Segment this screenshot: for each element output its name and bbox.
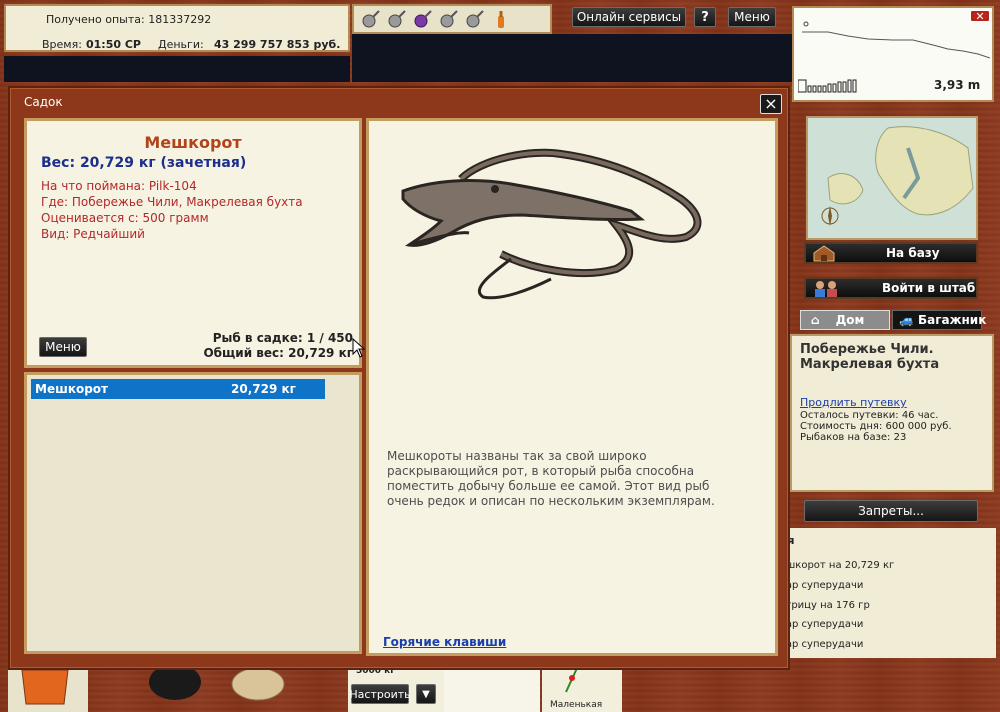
location-info: Побережье Чили. Макрелевая бухта Продлит… bbox=[790, 334, 994, 492]
tab-home[interactable]: ⌂ Дом bbox=[800, 310, 890, 330]
dialog-title: Садок bbox=[24, 95, 63, 109]
chevron-down-icon[interactable]: ▼ bbox=[416, 684, 436, 704]
fish-list: Мешкорот 20,729 кг bbox=[24, 372, 362, 654]
list-item-name: Мешкорот bbox=[35, 382, 109, 396]
home-icon: ⌂ bbox=[811, 313, 820, 327]
bait-icon[interactable] bbox=[386, 8, 408, 30]
chat-line: вар суперудачи bbox=[780, 619, 864, 630]
tab-trunk-label: Багажник bbox=[917, 313, 987, 327]
map-icon bbox=[808, 118, 976, 238]
exp-label: Получено опыта: bbox=[46, 13, 145, 26]
fish-menu-button[interactable]: Меню bbox=[39, 337, 87, 357]
fish-view-panel: Мешкороты названы так за свой широко рас… bbox=[366, 118, 778, 656]
depth-profile-icon bbox=[802, 21, 990, 59]
fish-description: Мешкороты названы так за свой широко рас… bbox=[387, 449, 715, 508]
chat-log: ая ешкорот на 20,729 кг вар суперудачи с… bbox=[780, 528, 996, 658]
chat-line: ешкорот на 20,729 кг bbox=[780, 560, 895, 571]
float-size-label: Маленькая bbox=[550, 700, 603, 710]
bait-bar bbox=[352, 4, 552, 34]
fish-kind: Вид: Редчайший bbox=[41, 227, 145, 241]
money-value: 43 299 757 853 руб. bbox=[214, 38, 341, 51]
catch-location: Где: Побережье Чили, Макрелевая бухта bbox=[41, 195, 303, 209]
location-line-2: Макрелевая бухта bbox=[800, 357, 940, 372]
to-base-label: На базу bbox=[886, 246, 940, 260]
top-black-strip bbox=[352, 34, 792, 82]
left-black-strip bbox=[4, 56, 350, 82]
bait-icon[interactable] bbox=[438, 8, 460, 30]
depth-value: 3,93 m bbox=[934, 78, 981, 92]
time-value: 01:50 СР bbox=[86, 38, 141, 51]
stats-panel: Получено опыта: 181337292 Время: 01:50 С… bbox=[4, 4, 350, 52]
tab-trunk[interactable]: 🚙 Багажник bbox=[892, 310, 986, 330]
fish-image bbox=[401, 148, 702, 300]
net-icon bbox=[231, 667, 285, 701]
chat-line: вар суперудачи bbox=[780, 639, 864, 650]
exp-value: 181337292 bbox=[148, 13, 212, 26]
valued-from: Оценивается с: 500 грамм bbox=[41, 211, 209, 225]
bait-icon[interactable] bbox=[360, 8, 382, 30]
help-button[interactable]: ? bbox=[694, 7, 716, 27]
time-label: Время: bbox=[42, 38, 82, 51]
depth-minimap: ✕ 3,93 m bbox=[792, 6, 994, 102]
setup-button[interactable]: Настроить bbox=[349, 684, 411, 704]
location-map[interactable] bbox=[806, 116, 978, 240]
signal-bars-icon bbox=[798, 79, 857, 93]
fishers-count: Рыбаков на базе: 23 bbox=[800, 432, 907, 443]
people-icon bbox=[815, 281, 837, 297]
list-item-weight: 20,729 кг bbox=[231, 382, 296, 396]
bait-icon[interactable] bbox=[412, 8, 434, 30]
house-icon bbox=[813, 245, 835, 262]
bait-icon[interactable] bbox=[464, 8, 486, 30]
keepnet-settings: 5000 кг Настроить ▼ bbox=[348, 664, 444, 712]
fish-name: Мешкорот bbox=[144, 133, 242, 152]
main-menu-button[interactable]: Меню bbox=[728, 7, 776, 27]
empty-slot[interactable] bbox=[444, 664, 540, 712]
money-label: Деньги: bbox=[158, 38, 204, 51]
trip-left: Осталось путевки: 46 час. bbox=[800, 410, 939, 421]
fish-count: Рыб в садке: 1 / 450 bbox=[212, 331, 353, 345]
float-slot[interactable]: Маленькая bbox=[542, 664, 622, 712]
hotkeys-link[interactable]: Горячие клавиши bbox=[383, 635, 506, 649]
enter-hq-label: Войти в штаб bbox=[882, 281, 976, 295]
bans-button[interactable]: Запреты... bbox=[804, 500, 978, 522]
chat-line: вар суперудачи bbox=[780, 580, 864, 591]
bucket-slot[interactable] bbox=[8, 664, 88, 712]
close-icon[interactable]: × bbox=[760, 94, 782, 114]
chat-line: стрицу на 176 гр bbox=[780, 600, 870, 611]
enter-hq-button[interactable]: Войти в штаб bbox=[804, 277, 978, 299]
caught-on: На что поймана: Pilk-104 bbox=[41, 179, 197, 193]
cursor-icon bbox=[352, 338, 366, 358]
bottle-icon[interactable] bbox=[490, 8, 512, 30]
car-icon: 🚙 bbox=[899, 313, 914, 327]
extend-trip-link[interactable]: Продлить путевку bbox=[800, 396, 984, 409]
bucket-icon bbox=[21, 669, 69, 705]
keepnet-dialog: Садок × Мешкорот Вес: 20,729 кг (зачетна… bbox=[8, 86, 790, 670]
location-line-1: Побережье Чили. bbox=[800, 342, 934, 357]
day-cost: Стоимость дня: 600 000 руб. bbox=[800, 421, 952, 432]
to-base-button[interactable]: На базу bbox=[804, 242, 978, 264]
fish-info-panel: Мешкорот Вес: 20,729 кг (зачетная) На чт… bbox=[24, 118, 362, 368]
total-weight: Общий вес: 20,729 кг bbox=[203, 346, 353, 360]
tab-home-label: Дом bbox=[835, 313, 865, 327]
pot-icon bbox=[149, 664, 201, 700]
online-services-button[interactable]: Онлайн сервисы bbox=[572, 7, 686, 27]
bottom-bar: 5000 кг Настроить ▼ Маленькая bbox=[0, 664, 1000, 712]
list-item[interactable]: Мешкорот 20,729 кг bbox=[31, 379, 325, 399]
fish-weight: Вес: 20,729 кг (зачетная) bbox=[41, 155, 247, 171]
